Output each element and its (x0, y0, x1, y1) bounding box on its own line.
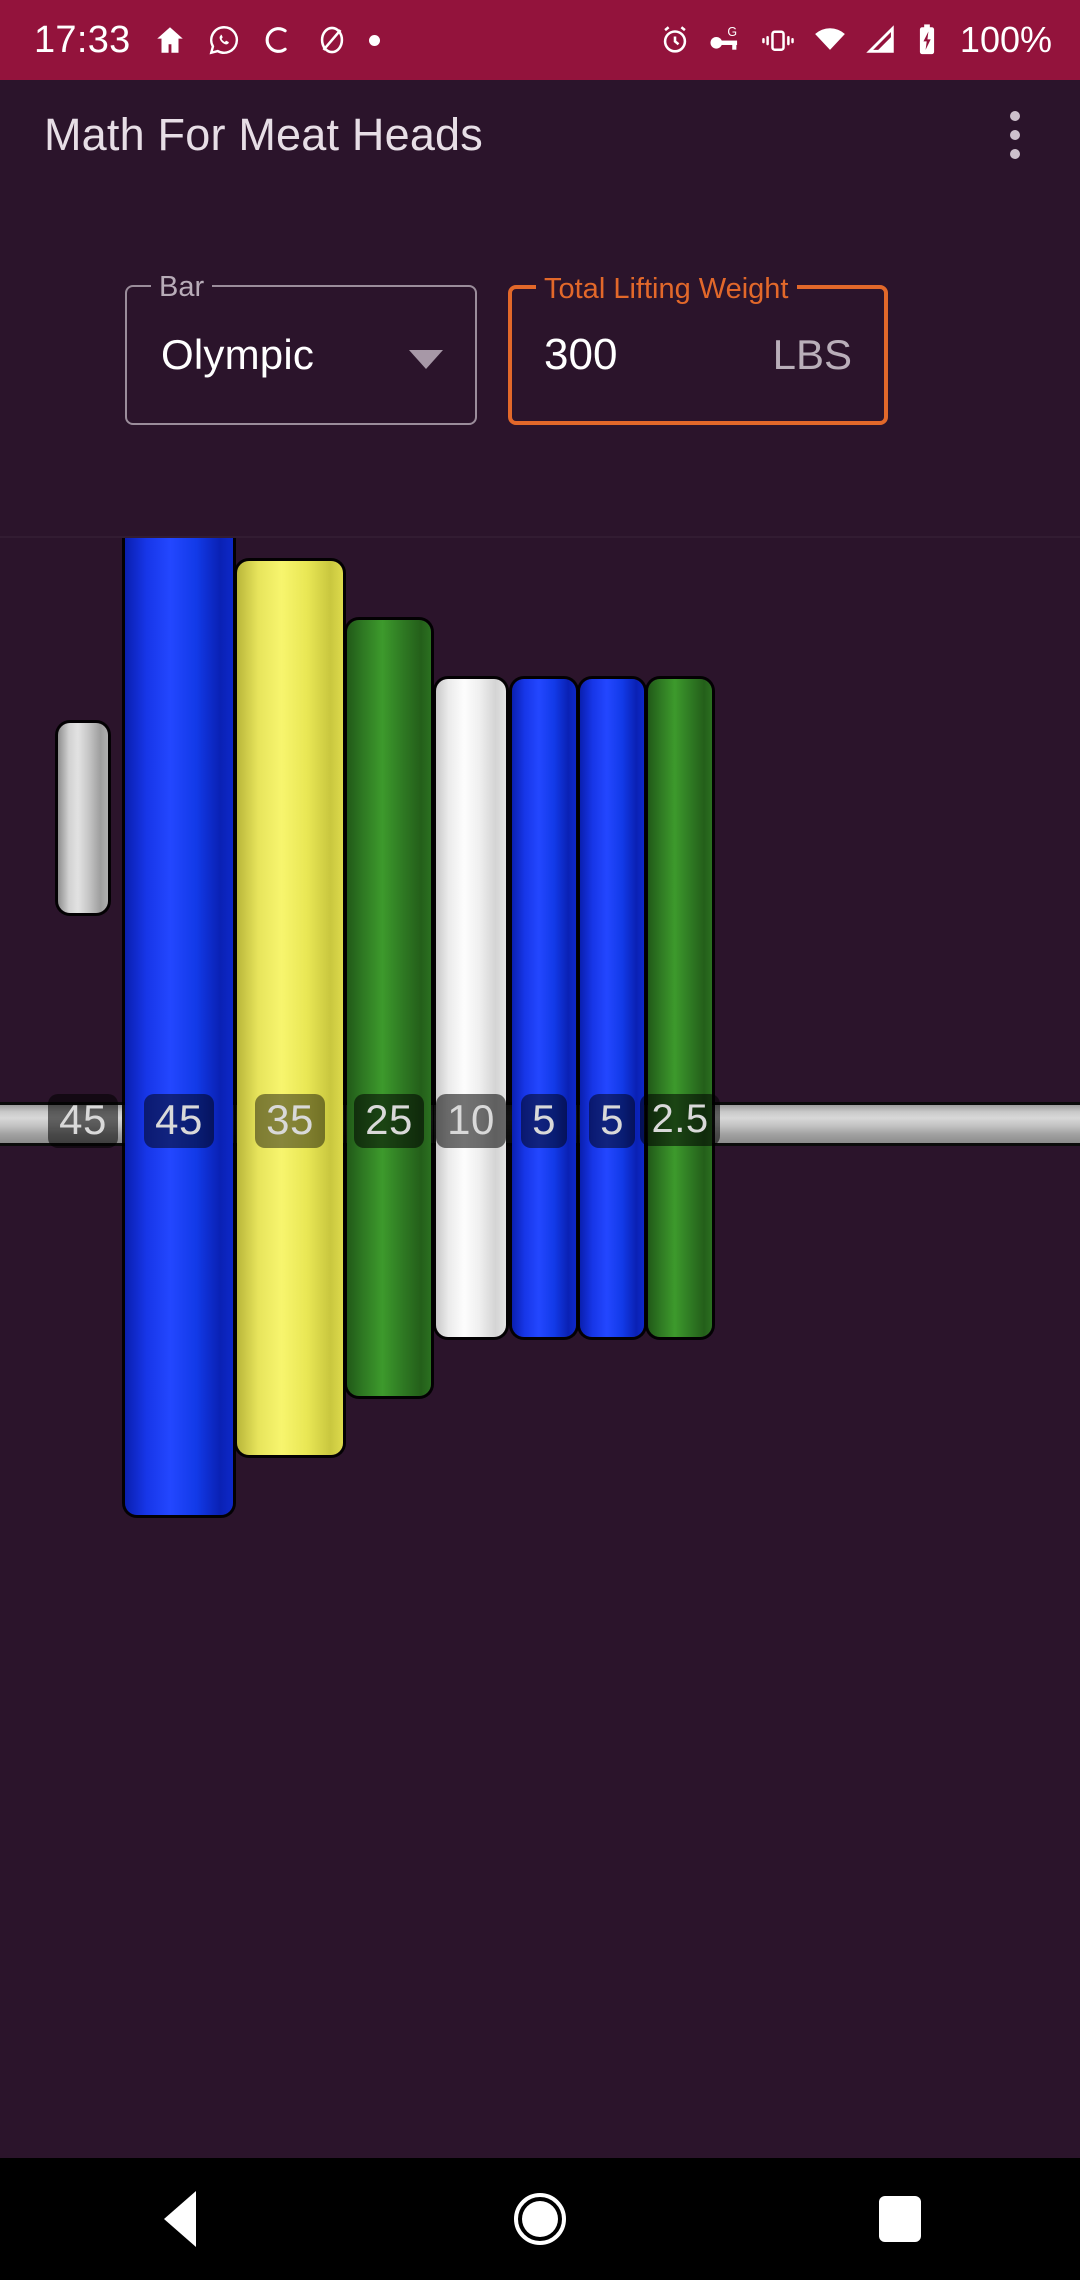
weight-plate[interactable]: 35 (237, 561, 343, 1455)
plate-label: 5 (589, 1094, 635, 1148)
plate-label: 45 (48, 1094, 118, 1148)
home-icon (153, 23, 187, 57)
alarm-icon (658, 23, 692, 57)
do-not-disturb-icon (315, 23, 349, 57)
weight-plate[interactable]: 45 (48, 723, 118, 1148)
plate-label: 2.5 (640, 1094, 720, 1146)
status-clock: 17:33 (34, 18, 131, 61)
total-weight-value[interactable]: 300 (544, 330, 617, 380)
chevron-down-icon[interactable] (409, 350, 443, 369)
bar-type-label: Bar (151, 271, 213, 303)
weight-plate[interactable]: 25 (347, 620, 431, 1396)
dot-icon (368, 34, 380, 46)
wifi-icon (812, 23, 848, 57)
whatsapp-icon (207, 23, 241, 57)
total-weight-input[interactable]: Total Lifting Weight 300 LBS (508, 273, 888, 425)
plate-label: 25 (354, 1094, 424, 1148)
status-bar: 17:33 G 100% (0, 0, 1080, 80)
plate-stack: 45 45 35 25 10 5 5 2.5 (0, 538, 1080, 2158)
plate-label: 10 (436, 1094, 506, 1148)
page-title: Math For Meat Heads (44, 109, 483, 160)
status-right-icons: G 100% (658, 19, 1052, 61)
android-nav-bar (0, 2158, 1080, 2280)
app-root: 17:33 G 100% Math For Meat Heads Bar Oly… (0, 0, 1080, 2280)
battery-icon (914, 23, 940, 57)
weight-plate[interactable]: 10 (436, 679, 506, 1337)
plate-label: 5 (521, 1094, 567, 1148)
nav-back-button[interactable] (105, 2158, 255, 2280)
vibrate-icon (760, 23, 796, 57)
svg-text:G: G (727, 25, 737, 39)
barbell-stage: 45 45 35 25 10 5 5 2.5 (0, 538, 1080, 2158)
weight-plate[interactable]: 2.5 (640, 679, 720, 1337)
overflow-menu-icon[interactable] (980, 100, 1050, 170)
total-weight-label: Total Lifting Weight (536, 273, 797, 305)
battery-percent: 100% (959, 19, 1052, 60)
bar-type-value: Olympic (161, 331, 315, 378)
total-weight-unit: LBS (772, 331, 852, 378)
vpn-key-icon: G (708, 23, 744, 57)
plate-label: 45 (144, 1094, 214, 1148)
nav-home-button[interactable] (465, 2158, 615, 2280)
sync-icon (261, 23, 295, 57)
bar-type-dropdown[interactable]: Bar Olympic (125, 271, 477, 425)
signal-icon (864, 23, 898, 57)
plate-label: 35 (255, 1094, 325, 1148)
weight-plate[interactable]: 5 (512, 679, 576, 1337)
status-left-icons (153, 23, 380, 57)
controls-row: Bar Olympic Total Lifting Weight 300 LBS (0, 271, 1080, 445)
weight-plate[interactable]: 45 (125, 538, 233, 1515)
nav-recents-button[interactable] (825, 2158, 975, 2280)
weight-plate[interactable]: 5 (580, 679, 644, 1337)
app-bar: Math For Meat Heads (0, 80, 1080, 190)
